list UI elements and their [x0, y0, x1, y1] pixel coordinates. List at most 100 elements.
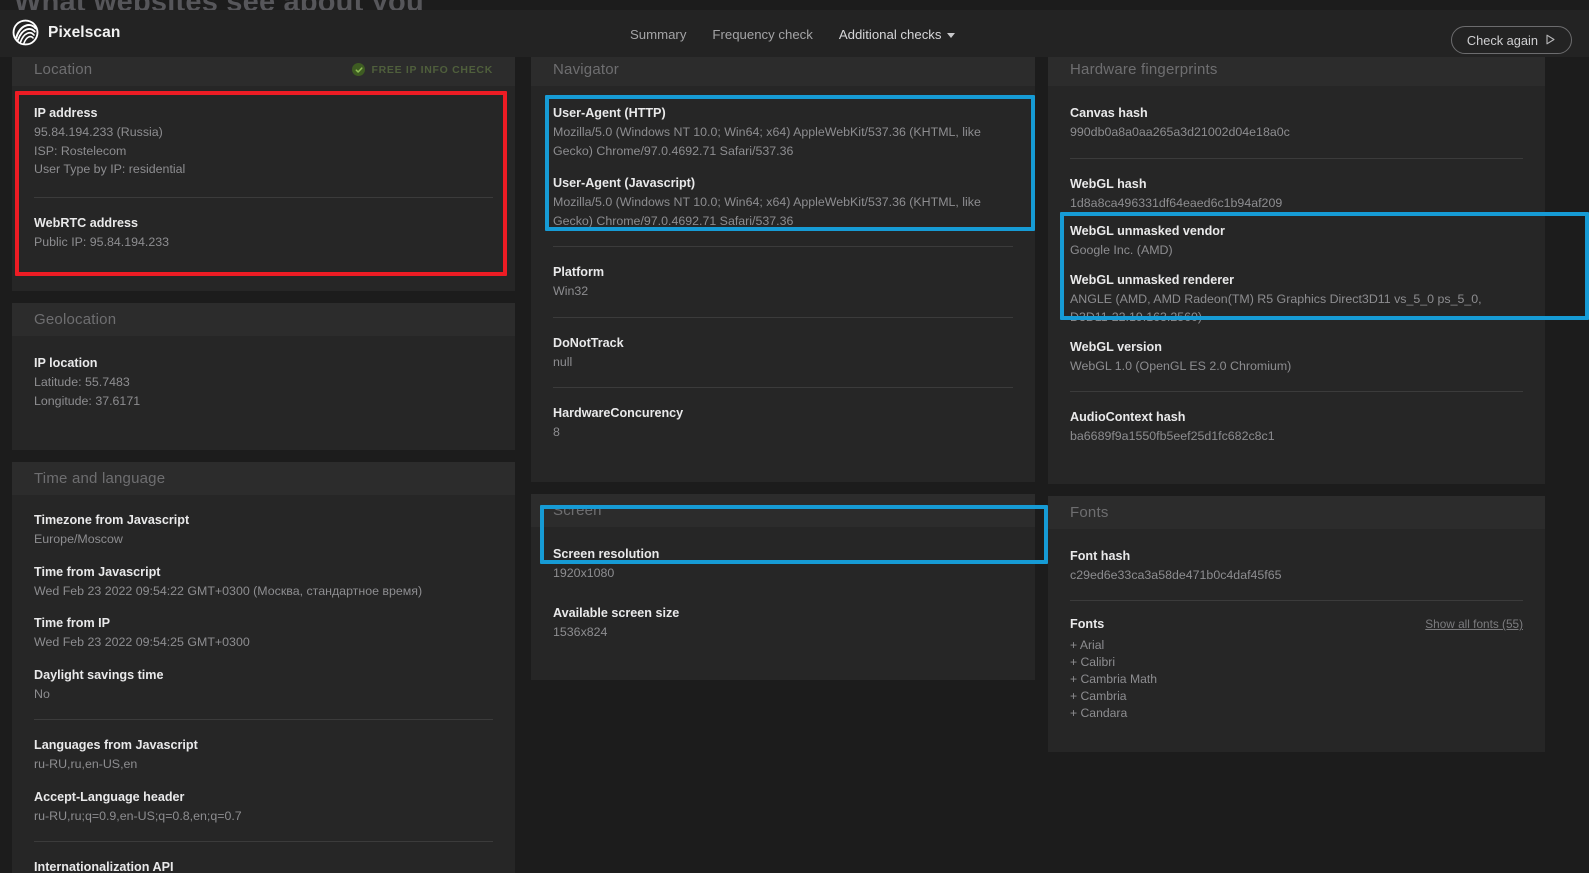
- field-label: Font hash: [1070, 548, 1131, 563]
- field-daylight-savings-time: Daylight savings time No: [34, 666, 493, 704]
- field-label: WebRTC address: [34, 215, 139, 230]
- field-label: Daylight savings time: [34, 667, 164, 682]
- field-label: AudioContext hash: [1070, 410, 1186, 424]
- field-screen-resolution: Screen resolution 1920x1080: [553, 545, 1013, 583]
- nav-item-frequency-check[interactable]: Frequency check: [710, 24, 814, 45]
- field-platform: Platform Win32: [553, 263, 1013, 301]
- field-hardware-concurency: HardwareConcurency 8: [553, 404, 1013, 442]
- field-label: WebGL unmasked vendor: [1070, 224, 1225, 238]
- field-user-agent-http: User-Agent (HTTP) Mozilla/5.0 (Windows N…: [553, 104, 1013, 160]
- card-geolocation-header: Geolocation: [12, 303, 515, 336]
- nav-item-summary[interactable]: Summary: [628, 24, 688, 45]
- check-again-label: Check again: [1466, 32, 1538, 48]
- card-fonts-header: Fonts: [1048, 495, 1545, 529]
- divider: [34, 841, 493, 842]
- field-canvas-hash: Canvas hash 990db0a8a0aa265a3d21002d04e1…: [1070, 104, 1523, 142]
- field-label: Fonts: [1070, 617, 1105, 631]
- field-languages-from-javascript: Languages from Javascript ru-RU,ru,en-US…: [34, 736, 493, 774]
- show-all-fonts-link[interactable]: Show all fonts (55): [1425, 617, 1523, 631]
- field-value: Latitude: 55.7483: [34, 375, 130, 389]
- field-time-from-javascript: Time from Javascript Wed Feb 23 2022 09:…: [34, 563, 493, 601]
- field-label: IP location: [34, 356, 98, 370]
- card-fonts-title: Fonts: [1070, 503, 1109, 521]
- field-webgl-hash: WebGL hash 1d8a8ca496331df64eaed6c1b94af…: [1070, 175, 1523, 213]
- field-value: 1920x1080: [553, 565, 615, 580]
- right-column: Hardware fingerprints Canvas hash 990db0…: [1048, 53, 1545, 764]
- divider: [553, 316, 1013, 318]
- card-location-body: IP address 95.84.194.233 (Russia) ISP: R…: [12, 86, 515, 291]
- card-fonts-body: Font hash c29ed6e33ca3a58de471b0c4daf45f…: [1048, 529, 1545, 753]
- field-value: ru-RU,ru;q=0.9,en-US;q=0.8,en;q=0.7: [34, 808, 242, 823]
- chevron-down-icon: [947, 33, 956, 38]
- pixelscan-logo-icon: [12, 19, 39, 46]
- card-hardware-fingerprints-body: Canvas hash 990db0a8a0aa265a3d21002d04e1…: [1048, 86, 1545, 484]
- card-hardware-fingerprints-title: Hardware fingerprints: [1070, 61, 1218, 78]
- field-label: WebGL version: [1070, 339, 1162, 354]
- card-navigator-body: User-Agent (HTTP) Mozilla/5.0 (Windows N…: [531, 86, 1035, 482]
- card-screen-header: Screen: [531, 493, 1035, 527]
- field-value: 1d8a8ca496331df64eaed6c1b94af209: [1070, 195, 1283, 210]
- field-value: Public IP: 95.84.194.233: [34, 234, 170, 249]
- brand-logo-group[interactable]: Pixelscan: [12, 19, 120, 46]
- card-location-title: Location: [34, 61, 93, 78]
- field-value: 990db0a8a0aa265a3d21002d04e18a0c: [1070, 125, 1290, 139]
- field-label: WebGL hash: [1070, 176, 1147, 191]
- field-label: Canvas hash: [1070, 106, 1148, 120]
- card-hardware-fingerprints-header: Hardware fingerprints: [1048, 53, 1545, 86]
- field-value: No: [34, 686, 50, 701]
- field-value: Mozilla/5.0 (Windows NT 10.0; Win64; x64…: [553, 195, 981, 228]
- field-donottrack: DoNotTrack null: [553, 334, 1013, 372]
- field-value: User Type by IP: residential: [34, 162, 186, 176]
- card-screen-body: Screen resolution 1920x1080 Available sc…: [531, 527, 1035, 680]
- field-value: null: [553, 354, 573, 369]
- top-navigation-bar: Pixelscan Summary Frequency check Additi…: [0, 10, 1589, 57]
- field-value: 95.84.194.233 (Russia): [34, 125, 163, 139]
- field-value: ANGLE (AMD, AMD Radeon(TM) R5 Graphics D…: [1070, 291, 1482, 325]
- pixelscan-report-page: What websites see about you Pixelscan Su…: [0, 0, 1589, 873]
- badge-label: FREE IP INFO CHECK: [371, 63, 493, 76]
- check-again-button[interactable]: Check again: [1450, 26, 1572, 54]
- field-webgl-unmasked-vendor: WebGL unmasked vendor Google Inc. (AMD): [1070, 222, 1523, 260]
- card-navigator: Navigator User-Agent (HTTP) Mozilla/5.0 …: [531, 53, 1035, 482]
- field-time-from-ip: Time from IP Wed Feb 23 2022 09:54:25 GM…: [34, 614, 493, 652]
- field-available-screen-size: Available screen size 1536x824: [553, 604, 1013, 642]
- field-label: Available screen size: [553, 606, 680, 620]
- divider: [553, 246, 1013, 247]
- field-internationalization-api: Internationalization API ru-RU: [34, 858, 493, 873]
- field-value: Longitude: 37.6171: [34, 393, 141, 408]
- field-accept-language-header: Accept-Language header ru-RU,ru;q=0.9,en…: [34, 788, 493, 826]
- field-label: Time from Javascript: [34, 564, 161, 579]
- field-label: User-Agent (HTTP): [553, 106, 666, 120]
- field-ip-address: IP address 95.84.194.233 (Russia) ISP: R…: [34, 104, 493, 179]
- field-ip-location: IP location Latitude: 55.7483 Longitude:…: [34, 354, 493, 410]
- card-geolocation-title: Geolocation: [34, 311, 117, 328]
- divider: [34, 719, 493, 720]
- field-label: User-Agent (Javascript): [553, 176, 696, 190]
- field-label: IP address: [34, 106, 98, 120]
- nav-item-additional-checks[interactable]: Additional checks: [837, 24, 958, 45]
- card-navigator-title: Navigator: [553, 61, 619, 78]
- field-label: Screen resolution: [553, 546, 660, 561]
- field-value: WebGL 1.0 (OpenGL ES 2.0 Chromium): [1070, 358, 1292, 373]
- list-item: + Cambria Math: [1070, 672, 1158, 686]
- brand-name: Pixelscan: [48, 23, 121, 41]
- field-value: c29ed6e33ca3a58de471b0c4daf45f65: [1070, 567, 1282, 582]
- field-value: Mozilla/5.0 (Windows NT 10.0; Win64; x64…: [553, 125, 981, 158]
- card-screen-title: Screen: [553, 501, 602, 519]
- list-item: + Cambria: [1070, 689, 1127, 703]
- field-fonts-list: Fonts Show all fonts (55) + Arial + Cali…: [1070, 615, 1523, 722]
- field-value: Europe/Moscow: [34, 532, 123, 546]
- field-webrtc-address: WebRTC address Public IP: 95.84.194.233: [34, 214, 493, 252]
- card-time-and-language-body: Timezone from Javascript Europe/Moscow T…: [12, 495, 515, 873]
- divider: [1070, 391, 1523, 392]
- check-circle-icon: [352, 63, 366, 76]
- list-item: + Arial: [1070, 638, 1105, 652]
- field-label: DoNotTrack: [553, 335, 624, 350]
- card-location-header: Location FREE IP INFO CHECK: [12, 53, 515, 86]
- field-value: Google Inc. (AMD): [1070, 243, 1173, 257]
- field-value: 8: [553, 425, 560, 439]
- field-label: Timezone from Javascript: [34, 513, 190, 527]
- card-time-and-language-title: Time and language: [34, 470, 166, 487]
- field-audiocontext-hash: AudioContext hash ba6689f9a1550fb5eef25d…: [1070, 408, 1523, 446]
- field-label: Internationalization API: [34, 860, 174, 873]
